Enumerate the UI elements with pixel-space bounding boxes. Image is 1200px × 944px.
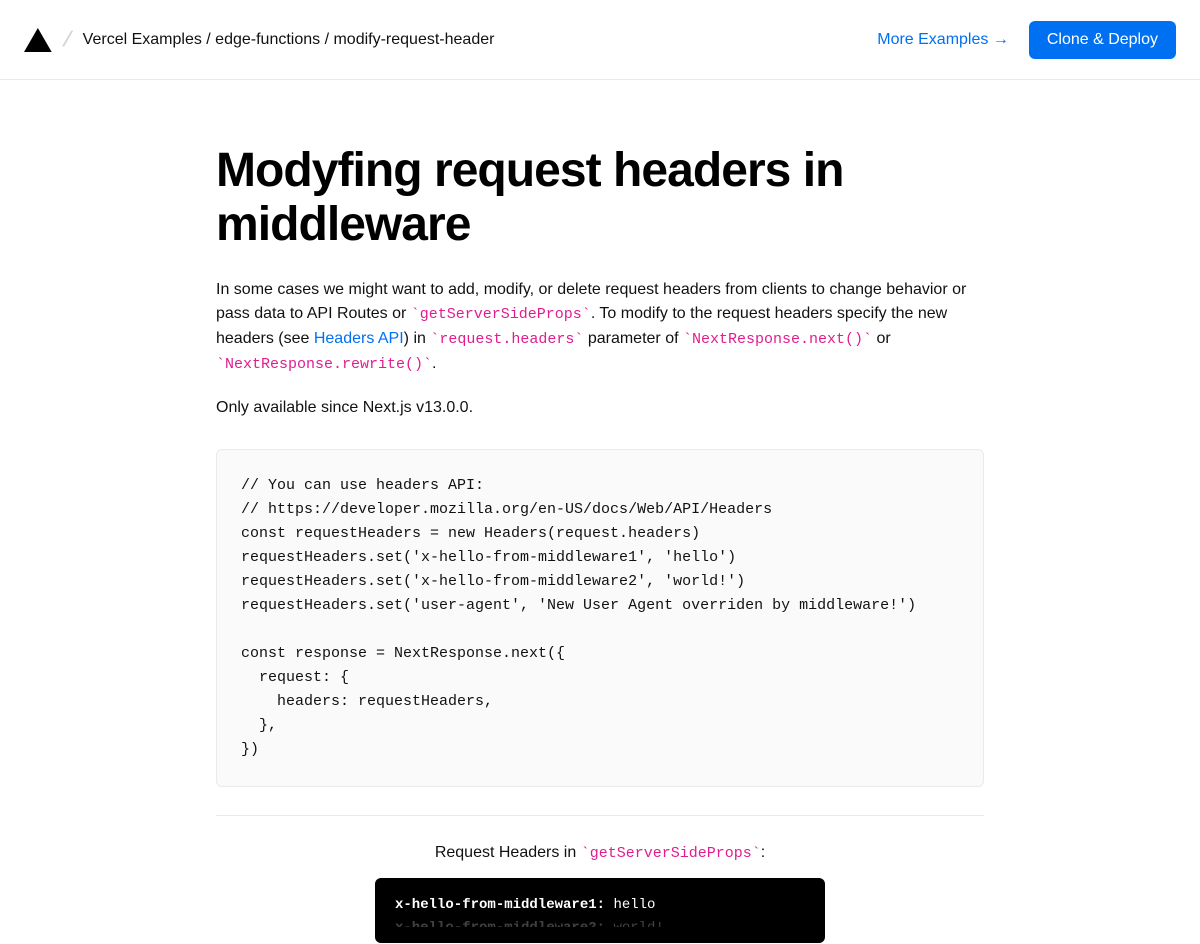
result-label: Request Headers in `getServerSideProps`: (216, 844, 984, 862)
intro-text: . (432, 355, 436, 372)
result-key: x-hello-from-middleware2: (395, 920, 605, 927)
code-block[interactable]: // You can use headers API: // https://d… (216, 449, 984, 787)
intro-text: ) in (404, 330, 431, 347)
inline-code-request-headers: `request.headers` (430, 331, 583, 348)
inline-code-rewrite: `NextResponse.rewrite()` (216, 356, 432, 373)
result-label-prefix: Request Headers in (435, 844, 581, 861)
vercel-logo-icon[interactable] (24, 28, 52, 52)
page-title: Modyfing request headers in middleware (216, 144, 984, 252)
slash-divider-icon: / (60, 25, 74, 54)
header-left: / Vercel Examples / edge-functions / mod… (24, 26, 494, 54)
result-val: hello (605, 897, 655, 913)
result-row: x-hello-from-middleware1: hello (395, 894, 805, 918)
inline-code-result: `getServerSideProps` (581, 845, 761, 862)
more-examples-link[interactable]: More Examples → (877, 31, 1009, 49)
clone-deploy-button[interactable]: Clone & Deploy (1029, 21, 1176, 59)
result-row: x-hello-from-middleware2: world! (395, 917, 805, 927)
version-note: Only available since Next.js v13.0.0. (216, 399, 984, 417)
headers-api-link[interactable]: Headers API (314, 330, 404, 347)
header-right: More Examples → Clone & Deploy (877, 21, 1176, 59)
intro-text: or (872, 330, 891, 347)
inline-code-gssp: `getServerSideProps` (411, 306, 591, 323)
result-val: world! (605, 920, 664, 927)
header: / Vercel Examples / edge-functions / mod… (0, 0, 1200, 80)
main-content: Modyfing request headers in middleware I… (216, 80, 984, 943)
intro-text: parameter of (583, 330, 683, 347)
breadcrumb[interactable]: Vercel Examples / edge-functions / modif… (83, 31, 495, 49)
result-box: x-hello-from-middleware1: hello x-hello-… (375, 878, 825, 944)
intro-paragraph: In some cases we might want to add, modi… (216, 278, 984, 377)
divider (216, 815, 984, 816)
result-label-suffix: : (761, 844, 765, 861)
result-key: x-hello-from-middleware1: (395, 897, 605, 913)
inline-code-next: `NextResponse.next()` (683, 331, 872, 348)
